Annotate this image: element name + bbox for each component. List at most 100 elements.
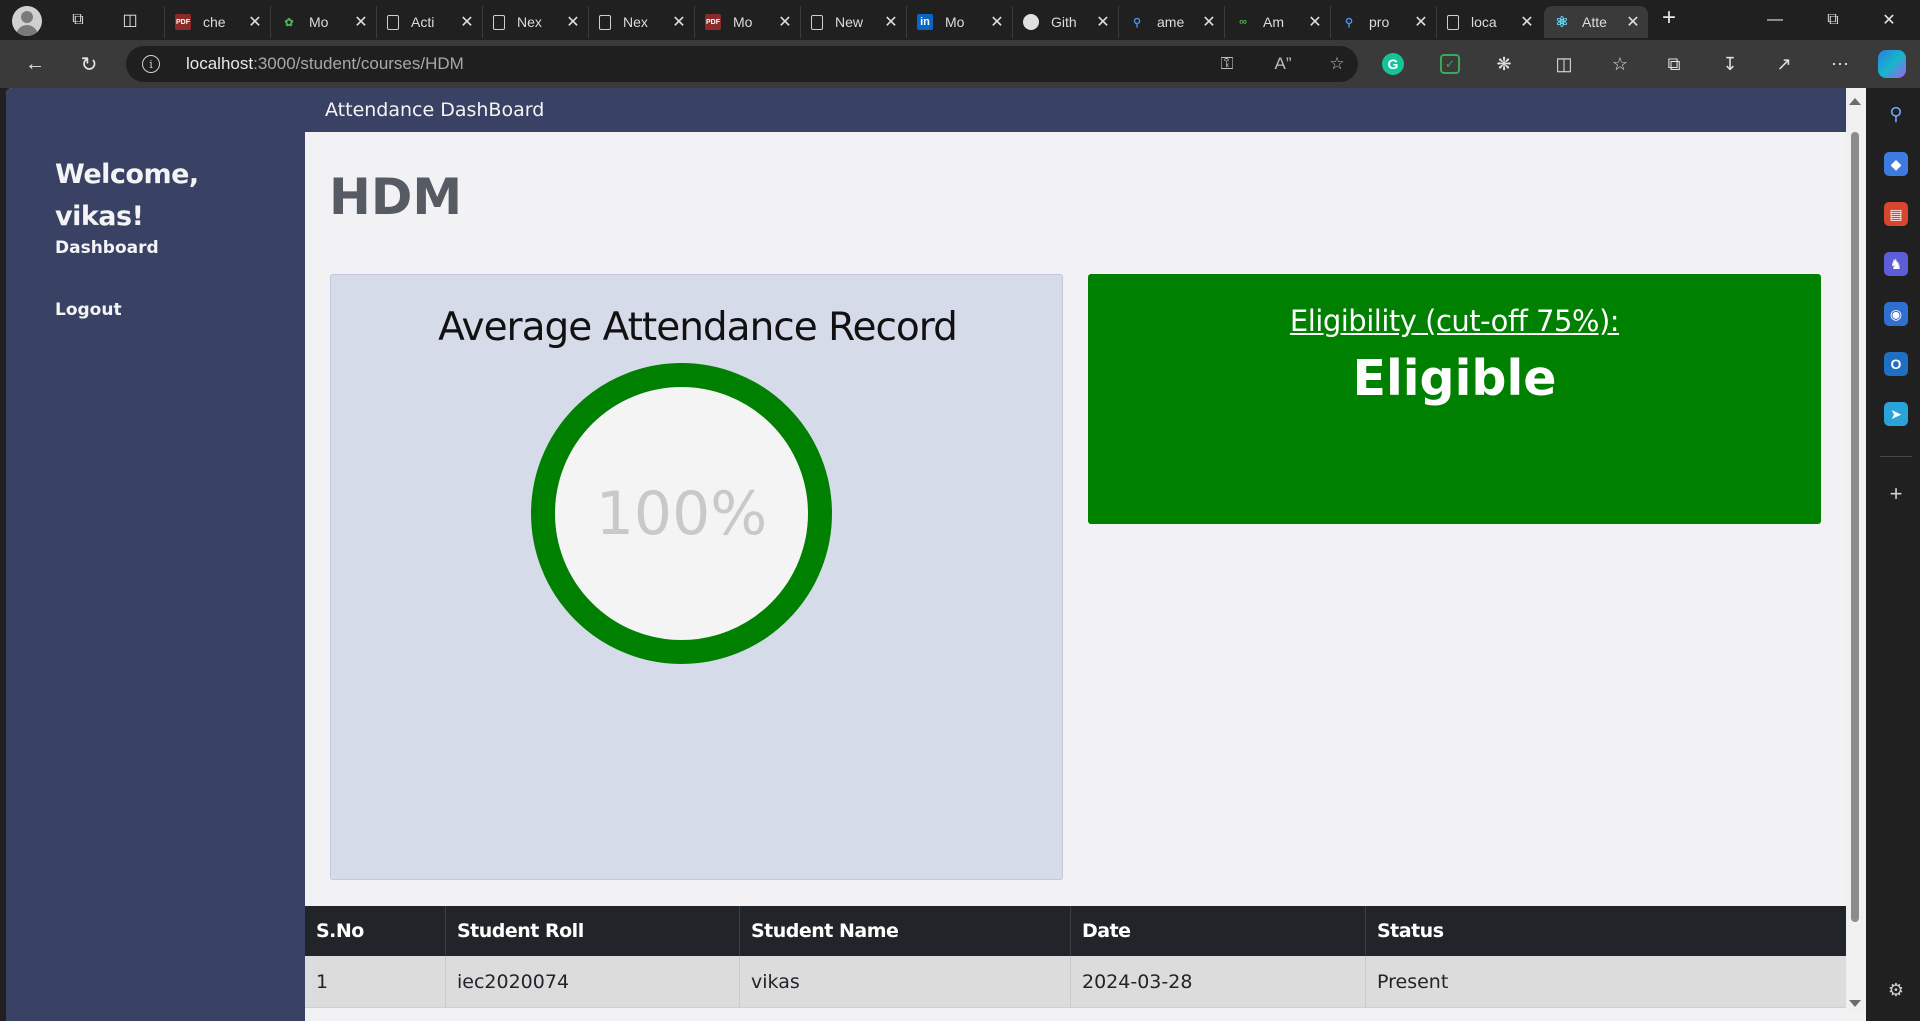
close-tab-icon[interactable]: ✕ bbox=[776, 12, 794, 32]
tab-title: New bbox=[835, 14, 864, 30]
tab-title: ame bbox=[1157, 14, 1185, 30]
github-icon bbox=[1023, 14, 1039, 30]
favorites-icon[interactable]: ☆ bbox=[1606, 50, 1634, 78]
page-scrollbar[interactable] bbox=[1846, 88, 1864, 1013]
browser-tab[interactable]: PDF che ✕ bbox=[164, 6, 270, 38]
games-icon[interactable]: ♞ bbox=[1884, 252, 1908, 276]
eligibility-status: Eligible bbox=[1352, 350, 1557, 407]
cell-status: Present bbox=[1365, 956, 1846, 1007]
minimize-icon[interactable]: — bbox=[1752, 4, 1798, 36]
split-screen-icon[interactable]: ◫ bbox=[1550, 50, 1578, 78]
share-icon[interactable]: ↗ bbox=[1770, 50, 1798, 78]
page-viewport: Welcome, vikas! Dashboard Logout Attenda… bbox=[6, 88, 1866, 1021]
back-icon[interactable]: ← bbox=[18, 48, 52, 80]
url-text[interactable]: localhost:3000/student/courses/HDM bbox=[186, 54, 464, 74]
settings-gear-icon[interactable]: ⚙ bbox=[1884, 978, 1908, 1002]
address-bar-row: ← ↻ i localhost:3000/student/courses/HDM… bbox=[0, 40, 1920, 88]
outlook-icon[interactable]: O bbox=[1884, 352, 1908, 376]
table-header-row: S.No Student Roll Student Name Date Stat… bbox=[305, 906, 1846, 956]
browser-tab[interactable]: ⚲ ame ✕ bbox=[1118, 6, 1224, 38]
refresh-icon[interactable]: ↻ bbox=[72, 48, 106, 80]
browser-tab[interactable]: ⚲ pro ✕ bbox=[1330, 6, 1436, 38]
tab-title: Gith bbox=[1051, 14, 1077, 30]
linkedin-icon: in bbox=[917, 14, 933, 30]
browser-tab-strip: ⧉ ◫ PDF che ✕ ✿ Mo ✕ Acti ✕ Nex ✕ Nex ✕ bbox=[0, 0, 1920, 40]
close-tab-icon[interactable]: ✕ bbox=[246, 12, 264, 32]
document-icon bbox=[599, 14, 611, 30]
close-tab-icon[interactable]: ✕ bbox=[1518, 12, 1536, 32]
url-path: :3000/student/courses/HDM bbox=[253, 54, 464, 73]
tab-title: Atte bbox=[1582, 14, 1607, 30]
search-icon: ⚲ bbox=[1132, 16, 1142, 29]
browser-tab[interactable]: Nex ✕ bbox=[482, 6, 588, 38]
restore-icon[interactable]: ⧉ bbox=[1810, 4, 1856, 36]
link-icon: ∞ bbox=[1239, 16, 1247, 28]
table-row: 1 iec2020074 vikas 2024-03-28 Present bbox=[305, 956, 1846, 1008]
search-icon[interactable]: ⚲ bbox=[1884, 102, 1908, 126]
collections-icon[interactable]: ⧉ bbox=[1660, 50, 1688, 78]
key-icon[interactable]: ⚿ bbox=[1216, 53, 1238, 75]
url-host: localhost bbox=[186, 54, 254, 73]
close-tab-icon[interactable]: ✕ bbox=[458, 12, 476, 32]
close-tab-icon[interactable]: ✕ bbox=[988, 12, 1006, 32]
extensions-icon[interactable]: ❋ bbox=[1490, 50, 1518, 78]
new-tab-icon[interactable]: + bbox=[1662, 4, 1676, 32]
topbar-title: Attendance DashBoard bbox=[325, 99, 545, 121]
close-tab-icon[interactable]: ✕ bbox=[1624, 12, 1642, 32]
tools-briefcase-icon[interactable]: ▤ bbox=[1884, 202, 1908, 226]
address-bar[interactable]: i localhost:3000/student/courses/HDM ⚿ A… bbox=[126, 46, 1358, 82]
app-topbar: Attendance DashBoard bbox=[305, 88, 1846, 132]
browser-tab[interactable]: Nex ✕ bbox=[588, 6, 694, 38]
column-header-sno: S.No bbox=[316, 920, 364, 942]
window-close-icon[interactable]: ✕ bbox=[1866, 4, 1912, 36]
scrollbar-thumb[interactable] bbox=[1851, 132, 1859, 922]
workspaces-icon[interactable]: ⧉ bbox=[62, 6, 94, 34]
tab-title: Mo bbox=[309, 14, 329, 30]
microsoft365-icon[interactable]: ◉ bbox=[1884, 302, 1908, 326]
tab-title: Mo bbox=[733, 14, 753, 30]
favorite-star-icon[interactable]: ☆ bbox=[1326, 53, 1348, 75]
downloads-icon[interactable]: ↧ bbox=[1716, 50, 1744, 78]
tab-title: che bbox=[203, 14, 226, 30]
read-aloud-icon[interactable]: A” bbox=[1272, 53, 1294, 75]
attendance-percent: 100% bbox=[595, 478, 768, 549]
more-menu-icon[interactable]: ⋯ bbox=[1826, 50, 1854, 78]
extension-check-icon[interactable]: ✓ bbox=[1440, 54, 1460, 74]
add-sidebar-app-icon[interactable]: + bbox=[1884, 481, 1908, 506]
browser-tab[interactable]: ✿ Mo ✕ bbox=[270, 6, 376, 38]
close-tab-icon[interactable]: ✕ bbox=[352, 12, 370, 32]
close-tab-icon[interactable]: ✕ bbox=[564, 12, 582, 32]
profile-avatar-icon[interactable] bbox=[12, 6, 42, 36]
newtab-icon bbox=[811, 14, 823, 30]
telegram-icon[interactable]: ➤ bbox=[1884, 402, 1908, 426]
close-tab-icon[interactable]: ✕ bbox=[1412, 12, 1430, 32]
nav-dashboard-link[interactable]: Dashboard bbox=[55, 238, 159, 258]
close-tab-icon[interactable]: ✕ bbox=[1306, 12, 1324, 32]
grammarly-icon[interactable]: G bbox=[1382, 53, 1404, 75]
vertical-tabs-icon[interactable]: ◫ bbox=[114, 6, 146, 34]
close-tab-icon[interactable]: ✕ bbox=[670, 12, 688, 32]
browser-tab[interactable]: in Mo ✕ bbox=[906, 6, 1012, 38]
close-tab-icon[interactable]: ✕ bbox=[1200, 12, 1218, 32]
browser-tab[interactable]: loca ✕ bbox=[1436, 6, 1542, 38]
nav-logout-link[interactable]: Logout bbox=[55, 300, 122, 320]
tab-title: Mo bbox=[945, 14, 965, 30]
cell-roll: iec2020074 bbox=[445, 956, 739, 1007]
shopping-tag-icon[interactable]: ◆ bbox=[1884, 152, 1908, 176]
close-tab-icon[interactable]: ✕ bbox=[882, 12, 900, 32]
browser-tab[interactable]: New ✕ bbox=[800, 6, 906, 38]
browser-tab-active[interactable]: ⚛ Atte ✕ bbox=[1544, 6, 1648, 38]
browser-tab[interactable]: ∞ Am ✕ bbox=[1224, 6, 1330, 38]
browser-tab[interactable]: Acti ✕ bbox=[376, 6, 482, 38]
tab-list: PDF che ✕ ✿ Mo ✕ Acti ✕ Nex ✕ Nex ✕ PDF … bbox=[164, 2, 1654, 38]
browser-tab[interactable]: Gith ✕ bbox=[1012, 6, 1118, 38]
copilot-icon[interactable] bbox=[1878, 50, 1906, 78]
site-info-icon[interactable]: i bbox=[142, 55, 160, 73]
browser-tab[interactable]: PDF Mo ✕ bbox=[694, 6, 800, 38]
scroll-down-icon[interactable] bbox=[1849, 1000, 1861, 1007]
attendance-card: Average Attendance Record 100% bbox=[330, 274, 1063, 880]
close-tab-icon[interactable]: ✕ bbox=[1094, 12, 1112, 32]
column-header-date: Date bbox=[1070, 906, 1365, 956]
scroll-up-icon[interactable] bbox=[1849, 98, 1861, 105]
welcome-message: Welcome, vikas! bbox=[55, 154, 275, 238]
